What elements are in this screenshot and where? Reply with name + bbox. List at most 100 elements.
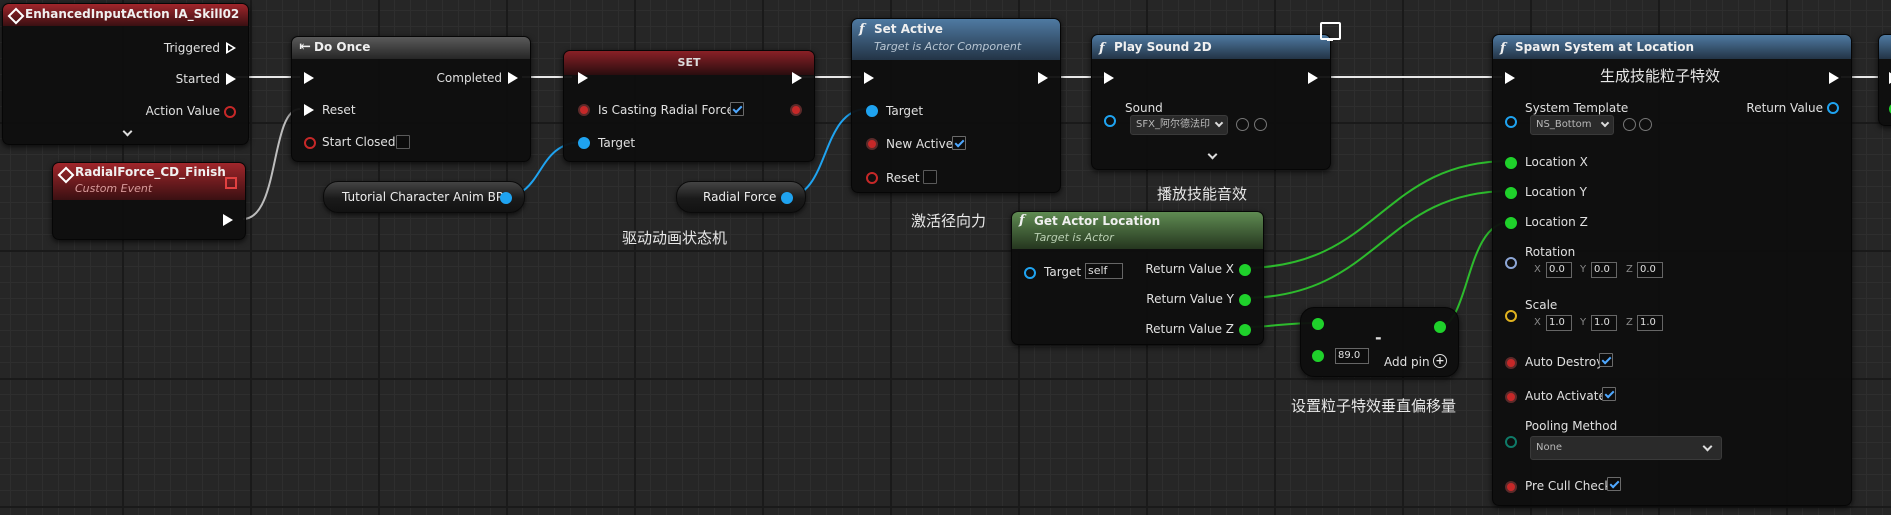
reset-checkbox[interactable] bbox=[923, 170, 937, 184]
set-node[interactable]: SET Is Casting Radial Force Target bbox=[563, 50, 815, 162]
get-actor-location-node[interactable]: f Get Actor Location Target is Actor Tar… bbox=[1011, 211, 1264, 345]
rotation-y-field[interactable]: 0.0 bbox=[1591, 262, 1617, 278]
anim-bp-out-pin[interactable] bbox=[500, 192, 512, 204]
completed-exec-pin[interactable] bbox=[508, 72, 518, 84]
play-sound-exec-out[interactable] bbox=[1308, 72, 1318, 84]
pre-cull-check-pin[interactable] bbox=[1505, 481, 1517, 493]
set-active-header[interactable]: f Set Active Target is Actor Component bbox=[852, 19, 1060, 60]
spawn-exec-out[interactable] bbox=[1829, 72, 1839, 84]
start-closed-checkbox[interactable] bbox=[396, 135, 410, 149]
input-action-node[interactable]: EnhancedInputAction IA_Skill02 Triggered… bbox=[2, 3, 249, 145]
spawn-system-node[interactable]: f Spawn System at Location System Templa… bbox=[1492, 34, 1852, 506]
use-selected-asset-icon[interactable] bbox=[1623, 118, 1636, 131]
gal-target-pin[interactable] bbox=[1024, 267, 1036, 279]
reset-exec-pin[interactable] bbox=[304, 104, 314, 116]
float-wire bbox=[1242, 190, 1511, 299]
scale-x-field[interactable]: 1.0 bbox=[1546, 315, 1572, 331]
auto-activate-pin[interactable] bbox=[1505, 391, 1517, 403]
gal-target-field[interactable]: self bbox=[1085, 263, 1123, 279]
set-exec-in[interactable] bbox=[578, 72, 588, 84]
expand-chevron-icon[interactable] bbox=[122, 126, 133, 137]
anim-bp-variable-node[interactable]: Tutorial Character Anim BP bbox=[323, 181, 525, 213]
spawn-system-title: Spawn System at Location bbox=[1515, 40, 1695, 54]
spawn-system-header[interactable]: f Spawn System at Location bbox=[1493, 35, 1851, 59]
scale-z-field[interactable]: 1.0 bbox=[1637, 315, 1663, 331]
is-casting-pin[interactable] bbox=[578, 104, 590, 116]
sound-pin[interactable] bbox=[1104, 115, 1116, 127]
return-value-pin[interactable] bbox=[1827, 102, 1839, 114]
do-once-node[interactable]: ⇤ Do Once Completed Reset Start Closed bbox=[291, 36, 531, 162]
return-value-x-pin[interactable] bbox=[1239, 264, 1251, 276]
input-action-header[interactable]: EnhancedInputAction IA_Skill02 bbox=[3, 4, 248, 26]
pooling-method-dropdown[interactable]: None bbox=[1530, 436, 1722, 460]
custom-event-node[interactable]: RadialForce_CD_Finish Custom Event bbox=[52, 162, 246, 240]
started-exec-pin[interactable] bbox=[226, 73, 236, 85]
add-pin-label[interactable]: Add pin bbox=[1384, 355, 1430, 369]
sound-asset-dropdown[interactable]: SFX_阿尔德法印 bbox=[1130, 115, 1228, 135]
system-template-pin[interactable] bbox=[1505, 116, 1517, 128]
set-active-exec-out[interactable] bbox=[1038, 72, 1048, 84]
spawn-exec-in[interactable] bbox=[1505, 72, 1515, 84]
scale-y-field[interactable]: 1.0 bbox=[1591, 315, 1617, 331]
expand-chevron-icon[interactable] bbox=[1207, 149, 1218, 160]
subtract-node[interactable]: - 89.0 Add pin + bbox=[1300, 307, 1459, 377]
scale-pin[interactable] bbox=[1505, 310, 1517, 322]
triggered-exec-pin[interactable] bbox=[226, 42, 236, 54]
browse-asset-icon[interactable] bbox=[1254, 118, 1267, 131]
set-header[interactable]: SET bbox=[564, 51, 814, 75]
radial-force-variable-node[interactable]: Radial Force bbox=[676, 181, 806, 213]
play-sound-header[interactable]: f Play Sound 2D bbox=[1092, 35, 1330, 59]
rotation-z-field[interactable]: 0.0 bbox=[1637, 262, 1663, 278]
rotation-pin[interactable] bbox=[1505, 257, 1517, 269]
new-active-pin[interactable] bbox=[866, 138, 878, 150]
new-active-checkbox[interactable] bbox=[952, 136, 966, 150]
system-template-dropdown[interactable]: NS_Bottom bbox=[1530, 115, 1614, 135]
do-once-header[interactable]: ⇤ Do Once bbox=[292, 37, 530, 59]
location-z-pin[interactable] bbox=[1505, 217, 1517, 229]
set-active-exec-in[interactable] bbox=[864, 72, 874, 84]
browse-asset-icon[interactable] bbox=[1639, 118, 1652, 131]
set-exec-out[interactable] bbox=[792, 72, 802, 84]
reset-pin[interactable] bbox=[866, 172, 878, 184]
do-once-exec-in[interactable] bbox=[304, 72, 314, 84]
set-active-title: Set Active bbox=[874, 22, 943, 36]
next-node-header[interactable] bbox=[1879, 35, 1891, 59]
custom-event-title: RadialForce_CD_Finish bbox=[75, 165, 226, 179]
return-value-z-pin[interactable] bbox=[1239, 324, 1251, 336]
set-active-node[interactable]: f Set Active Target is Actor Component T… bbox=[851, 18, 1061, 193]
is-casting-out-pin[interactable] bbox=[790, 104, 802, 116]
get-actor-location-header[interactable]: f Get Actor Location Target is Actor bbox=[1012, 212, 1263, 249]
gal-target-label: Target bbox=[1044, 265, 1082, 279]
rotation-x-field[interactable]: 0.0 bbox=[1546, 262, 1572, 278]
play-sound-exec-in[interactable] bbox=[1104, 72, 1114, 84]
delegate-pin-icon[interactable] bbox=[225, 177, 237, 189]
subtract-b-field[interactable]: 89.0 bbox=[1335, 348, 1369, 364]
pooling-method-pin[interactable] bbox=[1505, 436, 1517, 448]
location-x-pin[interactable] bbox=[1505, 157, 1517, 169]
start-closed-pin[interactable] bbox=[304, 137, 316, 149]
system-template-label: System Template bbox=[1525, 101, 1629, 115]
location-y-pin[interactable] bbox=[1505, 187, 1517, 199]
custom-event-header[interactable]: RadialForce_CD_Finish Custom Event bbox=[53, 163, 245, 200]
subtract-a-pin[interactable] bbox=[1312, 318, 1324, 330]
action-value-pin[interactable] bbox=[224, 106, 236, 118]
auto-destroy-pin[interactable] bbox=[1505, 357, 1517, 369]
set-active-target-pin[interactable] bbox=[866, 105, 878, 117]
radial-force-out-pin[interactable] bbox=[781, 192, 793, 204]
subtract-b-pin[interactable] bbox=[1312, 350, 1324, 362]
play-sound-node[interactable]: f Play Sound 2D Sound SFX_阿尔德法印 bbox=[1091, 34, 1331, 170]
add-pin-icon[interactable]: + bbox=[1433, 354, 1447, 368]
return-value-y-pin[interactable] bbox=[1239, 294, 1251, 306]
auto-destroy-checkbox[interactable] bbox=[1599, 353, 1613, 367]
custom-event-exec-out[interactable] bbox=[223, 214, 233, 226]
set-target-pin[interactable] bbox=[578, 137, 590, 149]
subtract-out-pin[interactable] bbox=[1434, 321, 1446, 333]
auto-activate-checkbox[interactable] bbox=[1602, 387, 1616, 401]
pre-cull-check-checkbox[interactable] bbox=[1607, 477, 1621, 491]
next-node-partial[interactable] bbox=[1878, 34, 1891, 126]
is-casting-checkbox[interactable] bbox=[730, 102, 744, 116]
action-value-label: Action Value bbox=[145, 104, 220, 118]
use-selected-asset-icon[interactable] bbox=[1236, 118, 1249, 131]
play-sound-title: Play Sound 2D bbox=[1114, 40, 1212, 54]
float-wire bbox=[1242, 160, 1511, 269]
